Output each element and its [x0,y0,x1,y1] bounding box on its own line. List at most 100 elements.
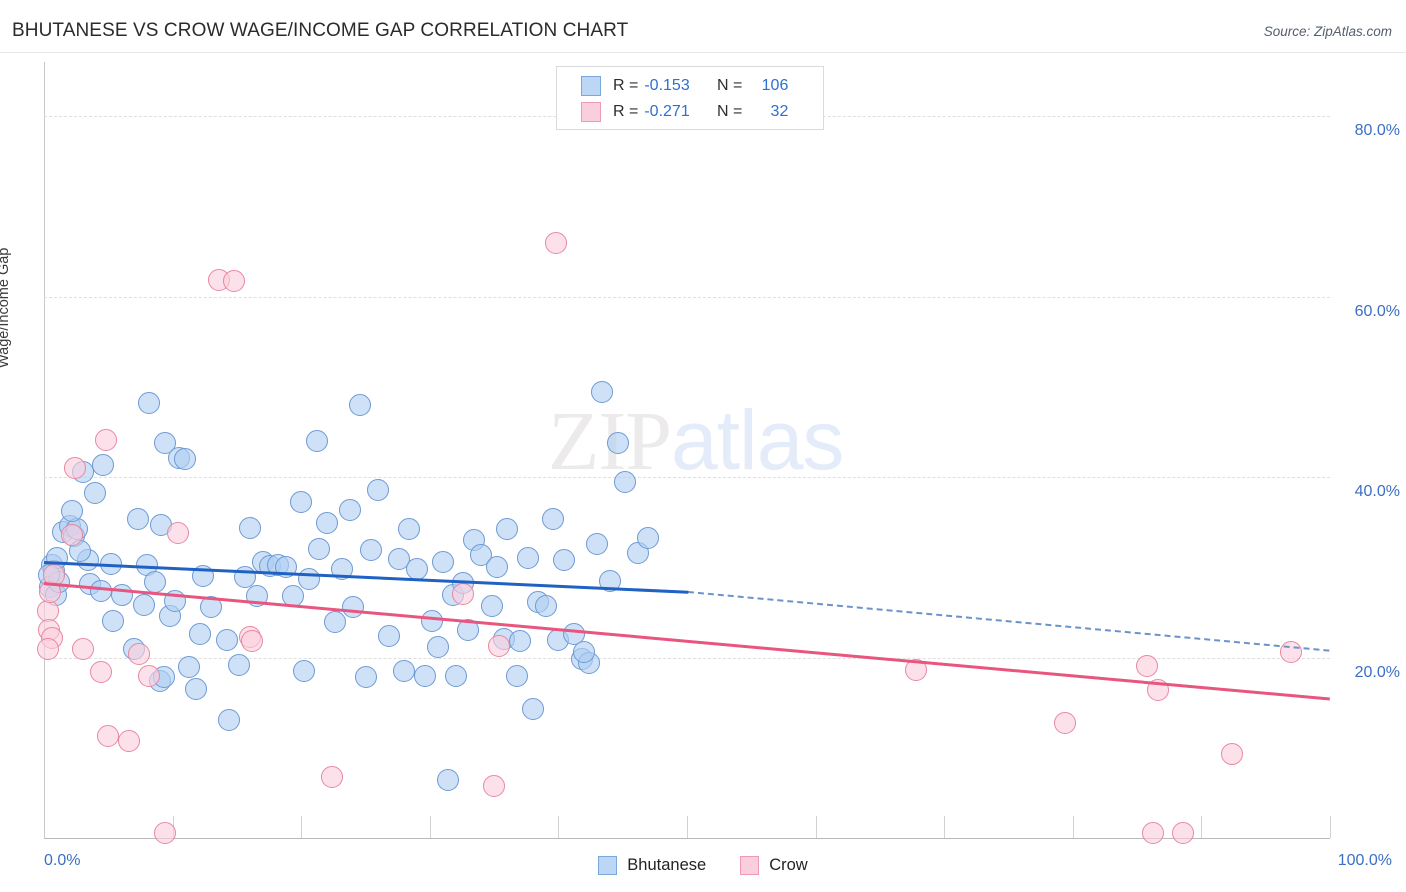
data-point-bhutanese [184,678,207,701]
data-point-crow [321,765,344,788]
data-point-bhutanese [228,653,251,676]
x-tick-mark [1330,816,1331,838]
bhutanese-trendline-extrapolated [688,590,1331,652]
data-point-crow [61,523,84,546]
series-legend: Bhutanese Crow [0,850,1406,880]
data-point-bhutanese [637,527,660,550]
correlation-stats-box: R = -0.153 N = 106 R = -0.271 N = 32 [556,66,824,130]
data-point-bhutanese [133,594,156,617]
data-point-crow [1136,654,1159,677]
data-point-bhutanese [290,491,313,514]
data-point-bhutanese [218,708,241,731]
y-axis-title: Wage/Income Gap [0,247,12,368]
plot-area: ZIPatlas [36,62,1331,845]
data-point-bhutanese [138,392,161,415]
x-tick-mark [944,816,946,838]
legend-item-crow[interactable]: Crow [740,855,808,875]
data-point-bhutanese [431,550,454,573]
x-axis-line [44,838,1330,839]
data-point-bhutanese [215,629,238,652]
data-point-bhutanese [367,478,390,501]
crow-swatch-icon [581,102,601,122]
gridline [44,477,1330,479]
data-point-bhutanese [238,516,261,539]
data-point-bhutanese [339,499,362,522]
bhutanese-r-label: R = [613,77,639,94]
watermark-atlas: atlas [671,393,844,487]
data-point-bhutanese [398,518,421,541]
header-divider [0,52,1406,53]
gridline [44,296,1330,298]
data-point-bhutanese [508,630,531,653]
data-point-bhutanese [421,610,444,633]
data-point-bhutanese [485,556,508,579]
data-point-crow [71,638,94,661]
chart-title: BHUTANESE VS CROW WAGE/INCOME GAP CORREL… [12,20,629,41]
data-point-bhutanese [354,666,377,689]
data-point-bhutanese [178,656,201,679]
data-point-bhutanese [521,697,544,720]
data-point-bhutanese [305,429,328,452]
data-point-crow [128,642,151,665]
data-point-bhutanese [393,660,416,683]
data-point-crow [1221,743,1244,766]
data-point-crow [117,730,140,753]
legend-item-bhutanese[interactable]: Bhutanese [598,855,706,875]
data-point-bhutanese [359,539,382,562]
crow-r-label: R = [613,103,639,120]
data-point-bhutanese [308,538,331,561]
data-point-bhutanese [323,611,346,634]
data-point-crow [1054,711,1077,734]
bhutanese-r-value: -0.153 [644,77,690,94]
data-point-crow [97,725,120,748]
bhutanese-swatch-icon [581,76,601,96]
data-point-crow [94,429,117,452]
data-point-crow [241,630,264,653]
y-tick-label: 40.0% [1354,483,1400,501]
data-point-bhutanese [405,558,428,581]
data-point-bhutanese [341,596,364,618]
crow-legend-swatch-icon [740,855,760,875]
bhutanese-legend-swatch-icon [598,855,618,875]
crow-n-value: 32 [770,103,789,120]
data-point-crow [63,457,86,480]
y-tick-label: 60.0% [1354,302,1400,320]
data-point-crow [89,660,112,683]
crow-n-label: N = [717,103,743,120]
data-point-crow [36,599,59,622]
data-point-bhutanese [542,507,565,530]
data-point-crow [1280,641,1303,664]
data-point-bhutanese [516,547,539,570]
data-point-crow [223,270,246,293]
data-point-bhutanese [292,660,315,683]
data-point-crow [483,774,506,797]
data-point-bhutanese [591,381,614,404]
bhutanese-n-value: 106 [761,77,789,94]
data-point-bhutanese [92,454,115,477]
y-tick-label: 80.0% [1354,122,1400,140]
x-tick-mark [1201,816,1203,838]
data-point-bhutanese [552,549,575,572]
data-point-bhutanese [480,595,503,618]
data-point-crow [166,522,189,544]
data-point-bhutanese [297,568,320,591]
data-point-bhutanese [426,635,449,658]
data-point-bhutanese [606,431,629,454]
data-point-bhutanese [377,624,400,647]
crow-r-group: R = -0.271 [613,103,717,121]
zipatlas-watermark: ZIPatlas [548,398,844,484]
x-tick-mark [301,816,303,838]
crow-legend-label: Crow [769,855,808,874]
data-point-bhutanese [585,532,608,555]
x-tick-mark [1072,816,1074,838]
crow-r-value: -0.271 [644,103,690,120]
x-tick-mark [815,816,817,838]
crow-n-group: N = 32 [717,103,788,121]
stats-row-bhutanese: R = -0.153 N = 106 [557,73,823,99]
data-point-bhutanese [436,769,459,792]
correlation-chart: BHUTANESE VS CROW WAGE/INCOME GAP CORREL… [0,0,1406,892]
data-point-bhutanese [188,623,211,646]
y-tick-label: 20.0% [1354,663,1400,681]
x-tick-mark [558,816,560,838]
bhutanese-trendline [43,560,689,594]
